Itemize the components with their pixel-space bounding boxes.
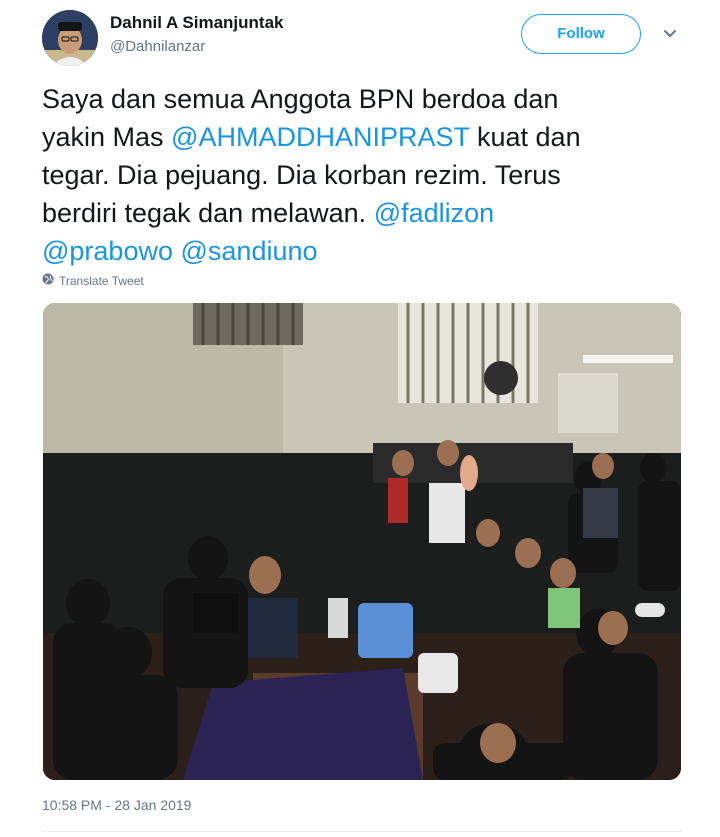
- tweet-timestamp[interactable]: 10:58 PM - 28 Jan 2019: [42, 797, 191, 813]
- mention-link[interactable]: @AHMADDHANIPRAST: [171, 122, 469, 152]
- follow-button[interactable]: Follow: [521, 14, 641, 54]
- tweet-text-segment: berdiri tegak dan melawan.: [42, 198, 374, 228]
- tweet-text-segment: Saya dan semua Anggota BPN berdoa dan: [42, 84, 559, 114]
- divider: [42, 831, 682, 832]
- tweet-text-segment: tegar. Dia pejuang. Dia korban rezim. Te…: [42, 160, 561, 190]
- tweet-text-segment: [173, 236, 181, 266]
- mention-link[interactable]: @sandiuno: [181, 236, 318, 266]
- tweet-text: Saya dan semua Anggota BPN berdoa dan ya…: [42, 80, 682, 270]
- tweet-line: @prabowo @sandiuno: [42, 232, 682, 270]
- globe-icon: [42, 272, 54, 290]
- mention-link[interactable]: @fadlizon: [374, 198, 494, 228]
- tweet-text-segment: kuat dan: [469, 122, 581, 152]
- tweet-photo[interactable]: [43, 303, 681, 780]
- tweet-line: berdiri tegak dan melawan. @fadlizon: [42, 194, 682, 232]
- tweet-line: tegar. Dia pejuang. Dia korban rezim. Te…: [42, 156, 682, 194]
- chevron-down-icon[interactable]: [660, 24, 680, 44]
- translate-tweet-link[interactable]: Translate Tweet: [42, 272, 144, 290]
- author-avatar[interactable]: [42, 10, 98, 66]
- translate-label: Translate Tweet: [59, 274, 144, 288]
- author-handle[interactable]: @Dahnilanzar: [110, 38, 205, 55]
- tweet-text-segment: yakin Mas: [42, 122, 172, 152]
- author-name[interactable]: Dahnil A Simanjuntak: [110, 13, 284, 33]
- tweet-line: Saya dan semua Anggota BPN berdoa dan: [42, 80, 682, 118]
- mention-link[interactable]: @prabowo: [42, 236, 173, 266]
- tweet-line: yakin Mas @AHMADDHANIPRAST kuat dan: [42, 118, 682, 156]
